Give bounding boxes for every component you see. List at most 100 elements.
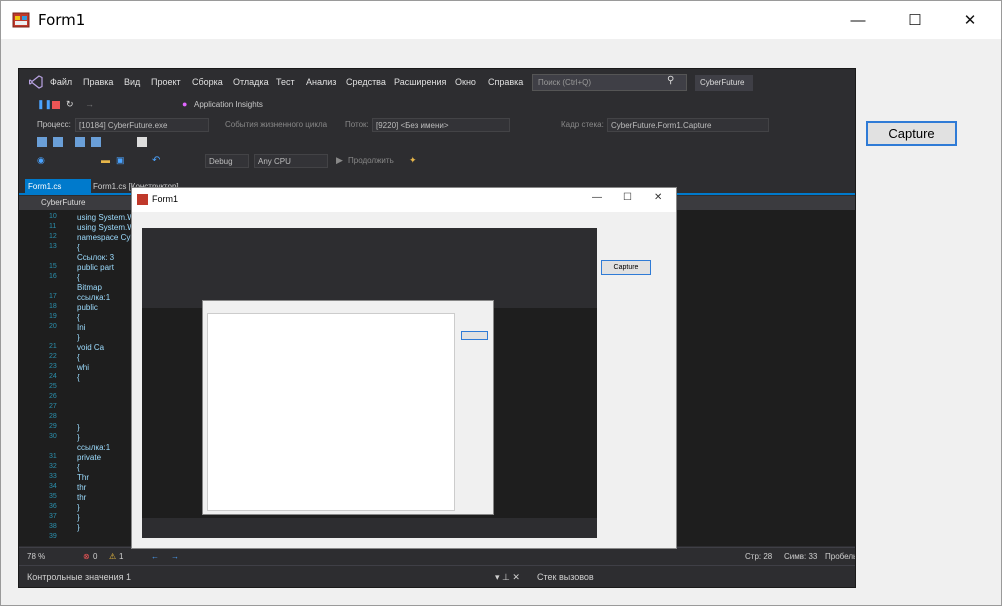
vs-menu-bar: Файл Правка Вид Проект Сборка Отладка Те… (19, 69, 855, 95)
code-line: { (77, 353, 80, 362)
menu-view: Вид (124, 77, 141, 87)
code-line: thr (77, 493, 87, 502)
line-number: 34 (49, 483, 57, 490)
main-window: Form1 — ☐ ✕ Capture Файл Правка Вид Прое… (0, 0, 1002, 606)
code-line: Bitmap (77, 283, 102, 292)
code-line: ссылка:1 (77, 443, 111, 452)
pause-icon: ❚❚ (37, 99, 53, 109)
maximize-button[interactable]: ☐ (892, 1, 938, 39)
code-line: { (77, 243, 80, 252)
column-readout: Симв: 33 (784, 552, 818, 561)
line-number: 20 (49, 323, 57, 330)
line-number: 30 (49, 433, 57, 440)
line-number: 16 (49, 273, 57, 280)
code-line: Ini (77, 323, 86, 332)
bookmark-icon (137, 137, 147, 147)
line-number: 18 (49, 303, 57, 310)
menu-test: Тест (276, 77, 295, 87)
capture-button[interactable]: Capture (866, 121, 957, 146)
undo-icon: ↶ (152, 155, 161, 166)
vs-profile-name: CyberFuture (700, 78, 745, 87)
code-line: { (77, 273, 80, 282)
line-number-readout: Стр: 28 (745, 552, 773, 561)
zoom-level: 78 % (27, 552, 46, 561)
vs-search-box: Поиск (Ctrl+Q) (532, 74, 687, 91)
line-number: 32 (49, 463, 57, 470)
nested-maximize-icon: ☐ (623, 192, 632, 203)
nested-inner-form (202, 300, 494, 515)
close-button[interactable]: ✕ (947, 1, 993, 39)
code-line: { (77, 463, 80, 472)
continue-label: Продолжить (348, 156, 394, 165)
line-number: 37 (49, 513, 57, 520)
error-icon: ⊗ (83, 552, 90, 561)
code-line: } (77, 433, 80, 442)
thread-value: [9220] <Без имени> (376, 121, 449, 130)
minimize-button[interactable]: — (835, 1, 881, 39)
code-line: { (77, 373, 80, 382)
nested-picture-box (142, 228, 597, 538)
line-number: 23 (49, 363, 57, 370)
code-line: { (77, 313, 80, 322)
line-number: 22 (49, 353, 57, 360)
nested-title-bar: Form1 — ☐ ✕ (132, 188, 676, 212)
nested-inner-picture (207, 313, 455, 511)
line-number: 38 (49, 523, 57, 530)
line-number: 27 (49, 403, 57, 410)
line-number: 25 (49, 383, 57, 390)
nested-app-icon (137, 194, 148, 205)
process-field: [10184] CyberFuture.exe (75, 118, 209, 132)
line-number: 13 (49, 243, 57, 250)
nested-capture-button: Capture (601, 260, 651, 275)
title-bar[interactable]: Form1 — ☐ ✕ (1, 1, 1001, 39)
menu-extensions: Расширения (394, 77, 447, 87)
nested-window-title: Form1 (152, 194, 179, 204)
line-number: 19 (49, 313, 57, 320)
vs-debug-toolbar: ❚❚ ↻ → ● Application Insights (19, 95, 855, 115)
line-number: 33 (49, 473, 57, 480)
continue-icon: ▶ (336, 155, 343, 165)
visual-studio-logo-icon (29, 75, 43, 89)
nested-form-window: Form1 — ☐ ✕ Capture (131, 187, 677, 549)
code-line: void Ca (77, 343, 105, 352)
stack-value: CyberFuture.Form1.Capture (611, 121, 712, 130)
open-folder-icon: ▬ (101, 155, 110, 165)
code-line: using System.W (77, 213, 135, 222)
warning-count: 1 (119, 552, 124, 561)
error-count: 0 (93, 552, 98, 561)
menu-window: Окно (455, 77, 476, 87)
menu-edit: Правка (83, 77, 114, 87)
menu-help: Справка (488, 77, 524, 87)
app-insights-label: Application Insights (194, 100, 263, 109)
line-number: 26 (49, 393, 57, 400)
line-number: 36 (49, 503, 57, 510)
toolbar-icon-b (53, 137, 63, 147)
vs-bottom-panels: Контрольные значения 1 ▾ ⊥ ✕ Стек вызово… (19, 565, 855, 587)
platform-dropdown: Any CPU (254, 154, 328, 168)
code-line: public (77, 303, 98, 312)
nav-back-icon: ◉ (37, 155, 45, 165)
vs-search-placeholder: Поиск (Ctrl+Q) (538, 78, 592, 87)
code-line: whi (77, 363, 90, 372)
stop-icon (52, 101, 60, 109)
nested-minimize-icon: — (592, 192, 602, 203)
warning-icon: ⚠ (109, 552, 117, 561)
line-number: 15 (49, 263, 57, 270)
code-line: private (77, 453, 102, 462)
line-number: 31 (49, 453, 57, 460)
nested-inner-capture-button (461, 331, 488, 340)
nested-close-icon: ✕ (654, 192, 663, 203)
breadcrumb-project: CyberFuture (41, 198, 86, 207)
line-number: 21 (49, 343, 57, 350)
code-line: ссылка:1 (77, 293, 111, 302)
platform-value: Any CPU (258, 157, 291, 166)
menu-analyze: Анализ (306, 77, 337, 87)
toolbar-icon-c (75, 137, 85, 147)
tab-form1-cs-label: Form1.cs (28, 182, 62, 191)
app-insights-icon: ● (182, 99, 188, 109)
line-number: 28 (49, 413, 57, 420)
lifecycle-label: События жизненного цикла (225, 120, 328, 129)
thread-field: [9220] <Без имени> (372, 118, 510, 132)
line-number: 29 (49, 423, 57, 430)
spaces-readout: Пробелы (825, 552, 856, 561)
